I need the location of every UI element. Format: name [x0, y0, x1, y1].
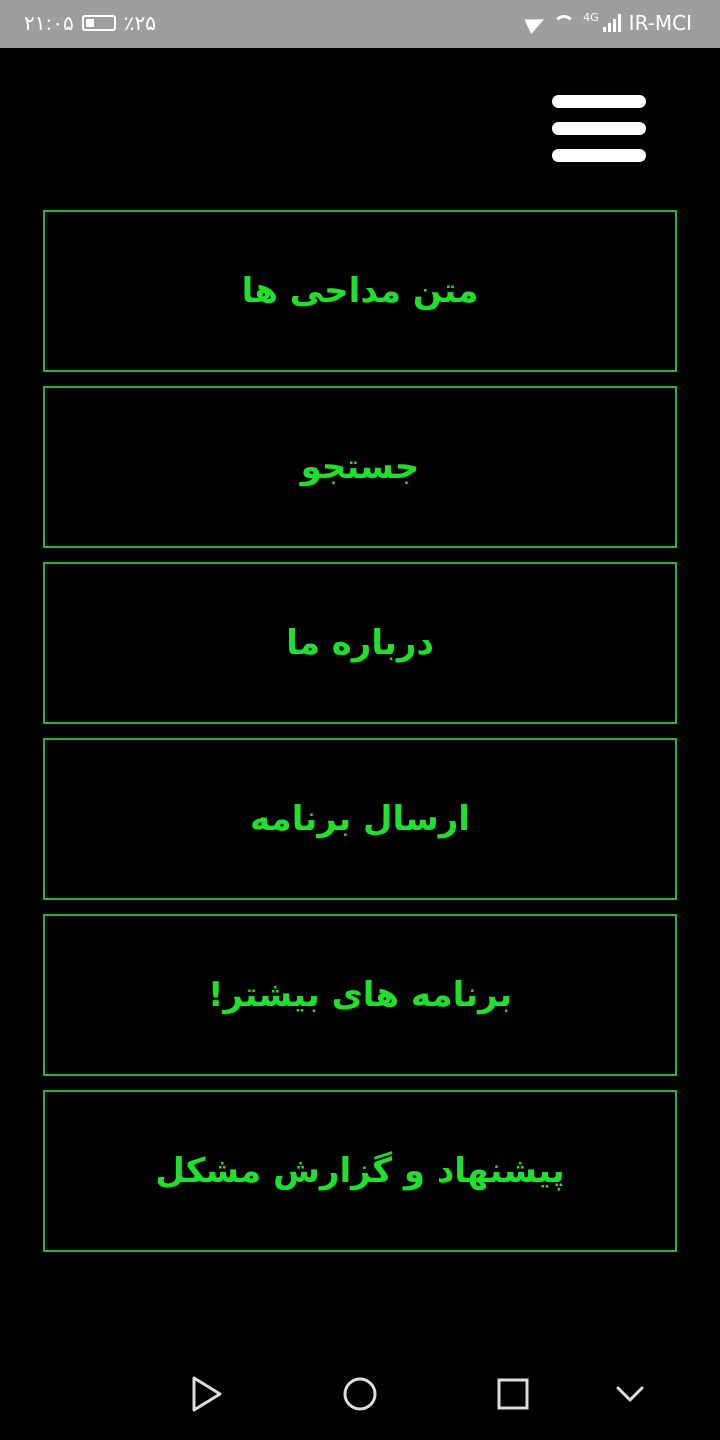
home-icon[interactable] — [338, 1372, 382, 1416]
menu-item-feedback[interactable]: پیشنهاد و گزارش مشکل — [43, 1090, 677, 1252]
menu-item-label: جستجو — [300, 447, 420, 487]
main-menu: متن مداحی ها جستجو درباره ما ارسال برنام… — [43, 210, 677, 1266]
back-icon[interactable] — [185, 1372, 229, 1416]
navigation-bar — [0, 1350, 720, 1440]
menu-item-madahi-texts[interactable]: متن مداحی ها — [43, 210, 677, 372]
status-right: 4G IR-MCI — [524, 11, 692, 35]
carrier-name: IR-MCI — [628, 11, 692, 35]
battery-percent: ٪۲۵ — [123, 11, 156, 35]
menu-item-about-us[interactable]: درباره ما — [43, 562, 677, 724]
network-type: 4G — [583, 11, 599, 24]
menu-item-search[interactable]: جستجو — [43, 386, 677, 548]
menu-item-label: متن مداحی ها — [241, 271, 479, 311]
menu-item-label: برنامه های بیشتر! — [207, 975, 513, 1015]
menu-item-send-app[interactable]: ارسال برنامه — [43, 738, 677, 900]
menu-item-more-apps[interactable]: برنامه های بیشتر! — [43, 914, 677, 1076]
clock: ۲۱:۰۵ — [24, 11, 74, 35]
menu-item-label: ارسال برنامه — [250, 799, 470, 839]
wifi-icon — [553, 15, 576, 31]
chevron-down-icon[interactable] — [608, 1372, 652, 1416]
signal-icon — [602, 14, 621, 32]
menu-item-label: پیشنهاد و گزارش مشکل — [155, 1151, 565, 1191]
hamburger-icon[interactable] — [550, 94, 648, 166]
telegram-icon — [524, 11, 548, 35]
battery-icon — [81, 15, 116, 31]
status-left: ۲۱:۰۵ ٪۲۵ — [24, 11, 156, 35]
status-bar: ۲۱:۰۵ ٪۲۵ 4G IR-MCI — [0, 0, 720, 48]
menu-item-label: درباره ما — [286, 623, 434, 663]
recent-apps-icon[interactable] — [491, 1372, 535, 1416]
